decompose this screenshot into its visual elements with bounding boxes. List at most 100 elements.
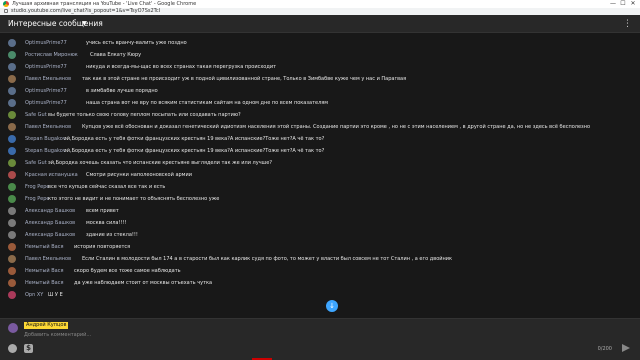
character-counter: 0/200 [597,346,612,352]
message-text: Если Сталин в молодости был 174 а в стар… [82,256,453,262]
chat-message[interactable]: Frog Pepe все что купцов сейчас сказал в… [0,181,640,193]
message-author[interactable]: Александр Башков [25,205,75,217]
message-author[interactable]: Немытый Вася [25,277,64,289]
message-author[interactable]: Safe Gut [25,157,47,169]
chat-message[interactable]: OptimusPrime77 наша страна вот не вру по… [0,97,640,109]
message-text: так как в этой стране не происходит уж в… [82,76,407,82]
avatar [8,323,18,333]
message-author[interactable]: OptimusPrime77 [25,85,67,97]
message-text: вы будете только свою голову пеплом посы… [48,112,241,118]
minimize-button[interactable]: — [608,0,618,8]
more-options-icon[interactable]: ⋮ [623,15,632,33]
message-text: Смотри рисунки наполеоновской армии [86,172,192,178]
avatar[interactable] [8,231,16,239]
avatar[interactable] [8,171,16,179]
avatar[interactable] [8,243,16,251]
message-text: эй,Бородка хочешь сказать что испанские … [48,160,272,166]
chat-message[interactable]: Stepan Bugakov эй,Бородка есть у тебя фо… [0,133,640,145]
comment-input[interactable] [24,331,584,339]
chevron-down-icon[interactable]: ▼ [82,15,87,33]
chat-message[interactable]: Александр Башков москва сила!!!! [0,217,640,229]
message-author[interactable]: OptimusPrime77 [25,97,67,109]
chat-message[interactable]: Stepan Bugakov эй,Бородка есть у тебя фо… [0,145,640,157]
url-text[interactable]: studio.youtube.com/live_chat?is_popout=1… [11,8,160,15]
chat-messages[interactable]: OptimusPrime77 учись есть вранчу-валить … [0,33,640,318]
message-author[interactable]: OptimusPrime77 [25,61,67,73]
message-author[interactable]: Павел Емельянов [25,121,71,133]
message-author[interactable]: Александр Башков [25,217,75,229]
window-title: Лучшая архивная трансляция на YouTube - … [12,1,197,7]
address-bar[interactable]: studio.youtube.com/live_chat?is_popout=1… [0,8,640,15]
message-author[interactable]: Frog Pepe [25,193,49,205]
message-author[interactable]: Ростислав Миронюк [25,49,78,61]
avatar[interactable] [8,51,16,59]
message-author[interactable]: Павел Емельянов [25,253,71,265]
avatar[interactable] [8,183,16,191]
message-author[interactable]: Stepan Bugakov [25,145,66,157]
composer-toolbar: $ 0/200 [0,340,640,360]
chat-message[interactable]: Красная испанушка Смотри рисунки наполео… [0,169,640,181]
chat-message[interactable]: Немытый Вася скоро будем все тоже самое … [0,265,640,277]
message-text: здание из стекла!!! [86,232,138,238]
message-author[interactable]: Немытый Вася [25,241,64,253]
message-author[interactable]: Александр Башков [25,229,75,241]
avatar[interactable] [8,111,16,119]
chat-message[interactable]: Павел Емельянов так как в этой стране не… [0,73,640,85]
avatar[interactable] [8,135,16,143]
avatar[interactable] [8,147,16,155]
chat-message[interactable]: Павел Емельянов Если Сталин в молодости … [0,253,640,265]
avatar[interactable] [8,291,16,299]
message-author[interactable]: Safe Gut [25,109,47,121]
avatar[interactable] [8,255,16,263]
scroll-to-bottom-button[interactable]: ↓ [326,300,338,312]
close-button[interactable]: ✕ [628,0,638,8]
message-author[interactable]: Красная испанушка [25,169,78,181]
avatar[interactable] [8,219,16,227]
chat-message[interactable]: Немытый Вася да уже наблюдаем стоит от м… [0,277,640,289]
chat-mode-selector[interactable]: Интересные сообщения [8,15,103,33]
send-icon[interactable] [622,344,630,352]
avatar[interactable] [8,87,16,95]
avatar[interactable] [8,75,16,83]
message-text: эй,Бородка есть у тебя фотки французских… [64,148,325,154]
avatar[interactable] [8,39,16,47]
chat-message[interactable]: Safe Gut вы будете только свою голову пе… [0,109,640,121]
chat-message[interactable]: Frog Pepe кто этого не видит и не понима… [0,193,640,205]
message-author[interactable]: Opn XY [25,289,43,301]
avatar[interactable] [8,123,16,131]
maximize-button[interactable]: ☐ [618,0,628,8]
chat-message[interactable]: Safe Gut эй,Бородка хочешь сказать что и… [0,157,640,169]
message-text: скоро будем все тоже самое наблюдать [74,268,181,274]
avatar[interactable] [8,195,16,203]
message-author[interactable]: Павел Емельянов [25,73,71,85]
avatar[interactable] [8,267,16,275]
message-author[interactable]: Немытый Вася [25,265,64,277]
chat-message[interactable]: Александр Башков всем привет [0,205,640,217]
chat-message[interactable]: Павел Емельянов Купцов уже всё обоснован… [0,121,640,133]
message-text: все что купцов сейчас сказал все так и е… [48,184,166,190]
message-text: Ш У Е [48,292,63,298]
message-text: учись есть вранчу-валить уже поздно [86,40,187,46]
message-author[interactable]: Frog Pepe [25,181,49,193]
avatar[interactable] [8,279,16,287]
chat-message[interactable]: OptimusPrime77 в зимбабве лучше порядно [0,85,640,97]
message-author[interactable]: OptimusPrime77 [25,37,67,49]
emoji-icon[interactable] [8,344,17,353]
message-author[interactable]: Stepan Bugakov [25,133,66,145]
chat-message[interactable]: Александр Башков здание из стекла!!! [0,229,640,241]
message-text: в зимбабве лучше порядно [86,88,158,94]
avatar[interactable] [8,99,16,107]
message-text: Купцов уже всё обоснован и доказал генет… [82,124,591,130]
chrome-icon [3,1,9,7]
super-chat-icon[interactable]: $ [24,344,33,353]
chat-message[interactable]: OptimusPrime77 учись есть вранчу-валить … [0,37,640,49]
avatar[interactable] [8,207,16,215]
chat-message[interactable]: OptimusPrime77 никуда и всегда-мы-щас во… [0,61,640,73]
current-user-name: Андрей Купцов [24,322,69,329]
chat-message[interactable]: Ростислав Миронюк Слава Елкату Кюру [0,49,640,61]
chat-message[interactable]: Немытый Вася история повторяется [0,241,640,253]
avatar[interactable] [8,63,16,71]
chat-message[interactable]: Opn XY Ш У Е [0,289,640,301]
avatar[interactable] [8,159,16,167]
message-text: кто этого не видит и не понимает то объя… [48,196,220,202]
